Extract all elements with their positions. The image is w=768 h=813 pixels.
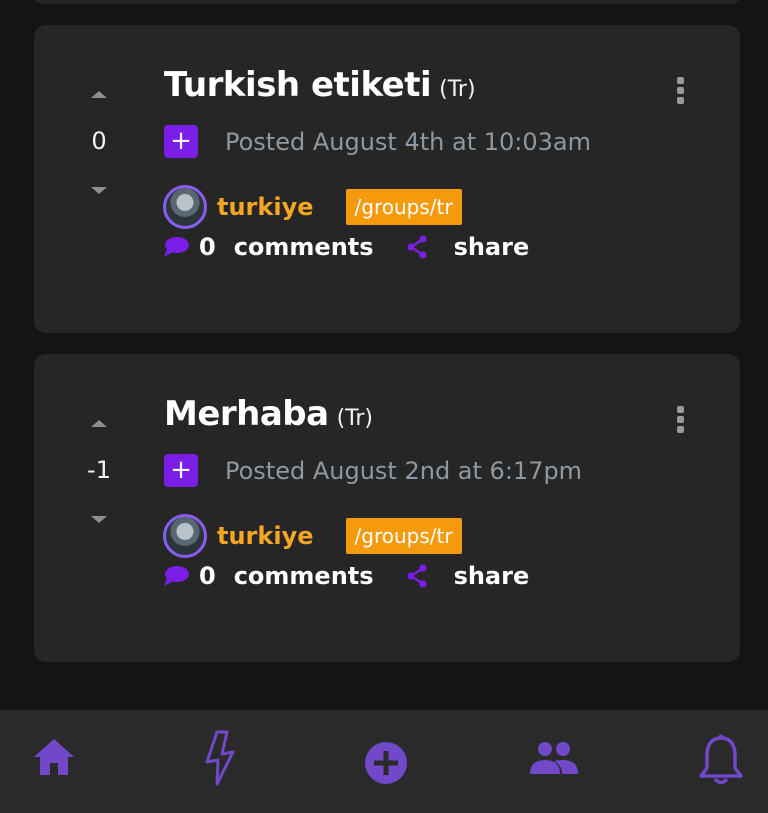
share-link[interactable]: share [454, 562, 530, 590]
comment-bubble-icon[interactable] [163, 236, 189, 258]
avatar[interactable] [163, 185, 207, 229]
posted-timestamp: Posted August 2nd at 6:17pm [225, 456, 583, 485]
bottom-nav [0, 710, 768, 813]
post-language: (Tr) [336, 406, 374, 431]
author-row: turkiye /groups/tr [163, 185, 462, 229]
add-circle-icon[interactable] [364, 741, 408, 785]
group-tag[interactable]: /groups/tr [345, 189, 462, 225]
bell-icon[interactable] [698, 734, 744, 786]
comment-bubble-icon[interactable] [163, 565, 189, 587]
comment-count: 0 [199, 233, 216, 261]
lightning-icon[interactable] [203, 730, 237, 786]
upvote-arrow-icon[interactable] [91, 420, 107, 427]
post-actions: 0 comments share [163, 562, 529, 590]
comments-link[interactable]: comments [234, 562, 374, 590]
vote-controls: -1 [84, 412, 114, 523]
posted-row: + Posted August 2nd at 6:17pm [164, 454, 582, 487]
vote-score: 0 [91, 127, 107, 155]
previous-post-card [34, 0, 740, 4]
comment-count: 0 [199, 562, 216, 590]
post-card: 0 Turkish etiketi (Tr) + Posted August 4t… [34, 25, 740, 333]
share-icon[interactable] [406, 235, 428, 259]
post-title[interactable]: Turkish etiketi [164, 65, 432, 105]
more-options-icon[interactable] [674, 406, 686, 436]
groups-icon[interactable] [528, 740, 580, 776]
more-options-icon[interactable] [674, 77, 686, 107]
vote-controls: 0 [84, 83, 114, 194]
posted-row: + Posted August 4th at 10:03am [164, 125, 591, 158]
comments-link[interactable]: comments [234, 233, 374, 261]
post-language: (Tr) [439, 77, 476, 102]
expand-button[interactable]: + [164, 454, 198, 487]
posted-timestamp: Posted August 4th at 10:03am [225, 127, 591, 156]
home-icon[interactable] [32, 737, 76, 779]
upvote-arrow-icon[interactable] [91, 91, 107, 98]
share-icon[interactable] [406, 564, 428, 588]
author-row: turkiye /groups/tr [163, 514, 462, 558]
vote-score: -1 [87, 456, 111, 484]
post-title-row: Merhaba (Tr) [164, 394, 373, 434]
share-link[interactable]: share [454, 233, 530, 261]
expand-button[interactable]: + [164, 125, 198, 158]
post-title[interactable]: Merhaba [164, 394, 329, 434]
author-username[interactable]: turkiye [217, 193, 314, 221]
post-actions: 0 comments share [163, 233, 529, 261]
downvote-arrow-icon[interactable] [91, 187, 107, 194]
post-card: -1 Merhaba (Tr) + Posted August 2nd at 6:… [34, 354, 740, 662]
post-title-row: Turkish etiketi (Tr) [164, 65, 476, 105]
author-username[interactable]: turkiye [217, 522, 314, 550]
downvote-arrow-icon[interactable] [91, 516, 107, 523]
group-tag[interactable]: /groups/tr [345, 518, 462, 554]
avatar[interactable] [163, 514, 207, 558]
